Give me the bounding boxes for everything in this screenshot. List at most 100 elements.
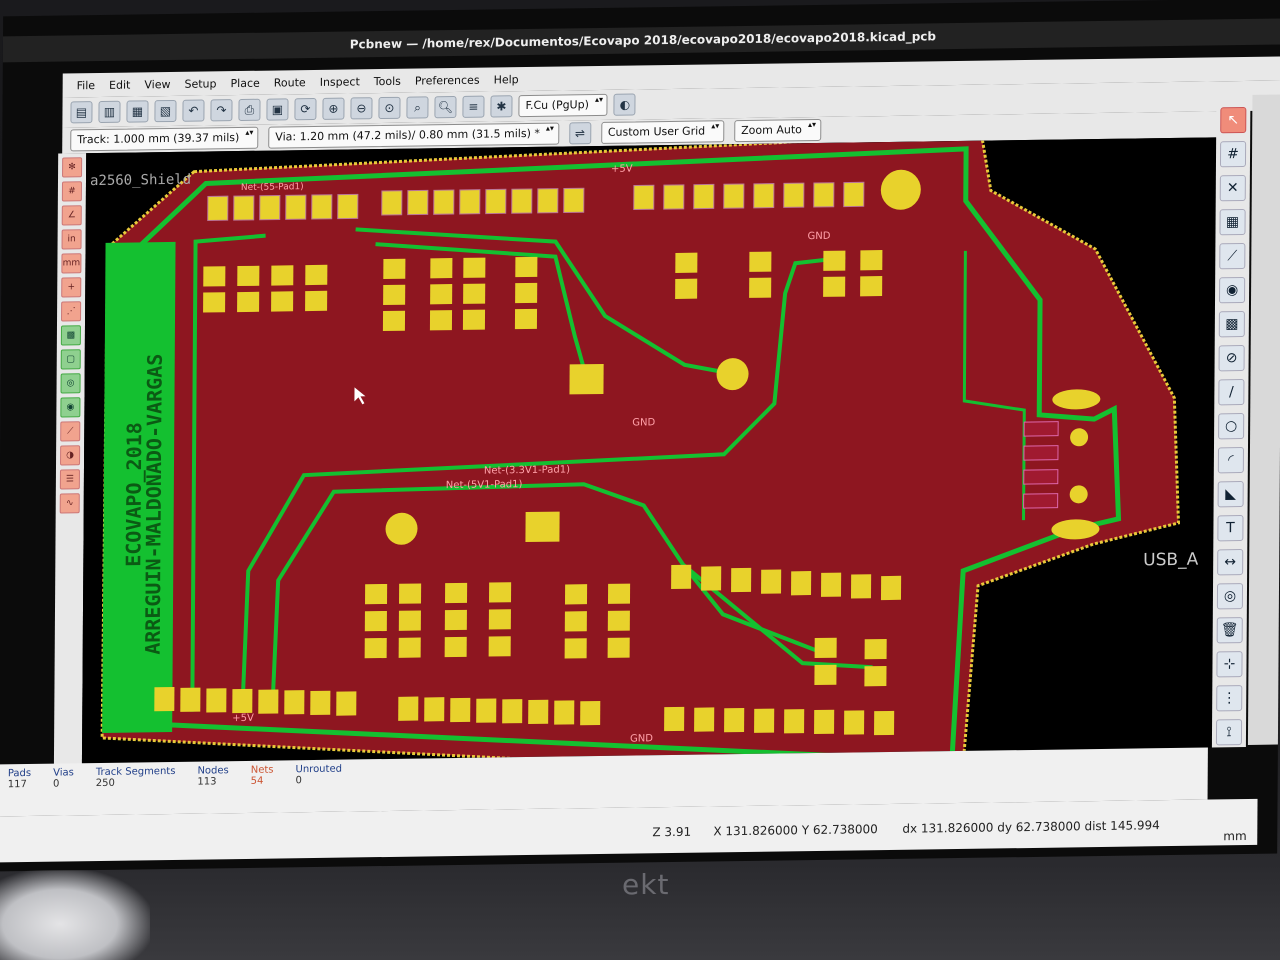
stat-nets-value: 54 <box>250 775 264 787</box>
menu-setup[interactable]: Setup <box>184 77 216 90</box>
stat-unrouted: Unrouted 0 <box>295 760 342 813</box>
stat-vias: Vias 0 <box>53 763 74 815</box>
add-arc-icon[interactable]: ◜ <box>1217 447 1244 474</box>
refresh-icon[interactable]: ⟳ <box>294 97 317 121</box>
grid-origin-icon[interactable]: ⊹ <box>1216 651 1243 678</box>
stat-nets-label: Nets <box>250 764 274 776</box>
pad-sketch-icon[interactable]: ◎ <box>60 373 81 394</box>
units-inch-icon[interactable]: in <box>61 229 82 250</box>
microwave-icon[interactable]: ∿ <box>59 493 80 514</box>
drill-origin-icon[interactable]: ⋮ <box>1216 685 1243 712</box>
grid-select[interactable]: Custom User Grid <box>600 120 725 144</box>
pcb-canvas[interactable]: a2560_Shield ECOVAPO_2018 ARREGUIN-MALDO… <box>81 137 1217 764</box>
stat-pads: Pads 117 <box>8 764 32 816</box>
via-size-select[interactable]: Via: 1.20 mm (47.2 mils)/ 0.80 mm (31.5 … <box>268 122 559 149</box>
layer-pair-icon[interactable]: ◐ <box>613 93 636 116</box>
right-toolbar: ↖ # ✕ ▦ ⟋ ◉ ▩ ⊘ ∕ ○ ◜ ◣ T ↔ ◎ 🗑︎ ⊹ ⋮ ⟟ <box>1211 98 1251 748</box>
stat-tracks: Track Segments 250 <box>96 762 176 815</box>
menu-help[interactable]: Help <box>494 73 519 86</box>
menu-route[interactable]: Route <box>274 76 306 89</box>
add-text-icon[interactable]: T <box>1217 515 1244 542</box>
add-line-icon[interactable]: ∕ <box>1218 378 1245 406</box>
drc-marker-icon[interactable]: ✻ <box>62 157 83 178</box>
screen: Pcbnew — /home/rex/Documentos/Ecovapo 20… <box>0 0 1280 872</box>
add-footprint-icon[interactable]: ▦ <box>1219 208 1246 236</box>
highlight-net-icon[interactable]: # <box>1219 140 1247 168</box>
menu-edit[interactable]: Edit <box>109 78 130 91</box>
net-label-5v1: Net-(5V1-Pad1) <box>445 479 523 492</box>
layers-panel[interactable] <box>1247 94 1280 745</box>
plot-icon[interactable]: ▣ <box>266 98 289 121</box>
redo-icon[interactable]: ↷ <box>210 99 233 122</box>
zone-outline-icon[interactable]: ▢ <box>60 349 81 370</box>
page-settings-icon[interactable]: ▧ <box>154 99 177 123</box>
print-icon[interactable]: ⎙ <box>238 98 261 122</box>
menu-place[interactable]: Place <box>230 76 259 89</box>
layer-select[interactable]: F.Cu (PgUp) <box>518 93 608 118</box>
add-circle-icon[interactable]: ○ <box>1218 413 1245 440</box>
add-zone-icon[interactable]: ▩ <box>1218 310 1245 338</box>
units-readout: mm <box>1223 828 1247 844</box>
zoom-selection-icon[interactable]: ⌕ <box>406 96 429 119</box>
keepout-icon[interactable]: ⊘ <box>1218 344 1245 372</box>
high-contrast-icon[interactable]: ◑ <box>60 445 81 466</box>
new-board-icon[interactable]: ▤ <box>70 101 93 124</box>
zone-fill-icon[interactable]: ▩ <box>60 325 81 346</box>
drc-icon[interactable]: ✱ <box>490 95 513 118</box>
monitor-brand-logo: ekt <box>622 868 670 901</box>
menu-tools[interactable]: Tools <box>374 74 401 87</box>
test-pad-5v <box>569 363 604 395</box>
stat-vias-value: 0 <box>53 778 60 790</box>
local-ratsnest-icon[interactable]: ✕ <box>1219 174 1246 202</box>
auto-track-width-icon[interactable]: ⇌ <box>568 122 591 145</box>
zoom-out-icon[interactable]: ⊖ <box>350 97 373 120</box>
stat-nets: Nets 54 <box>250 761 274 813</box>
zoom-select[interactable]: Zoom Auto <box>734 118 821 143</box>
add-via-icon[interactable]: ◉ <box>1219 276 1246 304</box>
net-label-5v-top: +5V <box>610 163 633 175</box>
stat-nodes-label: Nodes <box>197 765 229 777</box>
ratsnest-icon[interactable]: ⋰ <box>61 301 82 322</box>
select-arrow-icon[interactable]: ↖ <box>1220 106 1247 134</box>
stat-tracks-value: 250 <box>95 777 115 790</box>
zoom-readout: Z 3.91 <box>652 824 692 840</box>
netlist-icon[interactable]: ≡ <box>462 95 485 118</box>
zoom-fit-icon[interactable]: ⊙ <box>378 96 401 120</box>
track-sketch-icon[interactable]: ⟋ <box>60 421 81 442</box>
via-sketch-icon[interactable]: ◉ <box>60 397 81 418</box>
menu-file[interactable]: File <box>77 79 96 92</box>
menu-inspect[interactable]: Inspect <box>320 75 360 89</box>
net-label-gnd-bottom: GND <box>629 733 654 745</box>
undo-icon[interactable]: ↶ <box>182 99 205 122</box>
pcb-board-view <box>100 137 1181 764</box>
net-label-3v3: Net-(3.3V1-Pad1) <box>483 464 571 477</box>
menu-view[interactable]: View <box>144 77 170 90</box>
save-icon[interactable]: ▦ <box>126 100 149 123</box>
track-width-select[interactable]: Track: 1.000 mm (39.37 mils) <box>70 126 259 152</box>
find-icon[interactable]: 🔍︎ <box>434 95 457 119</box>
window-title: Pcbnew — /home/rex/Documentos/Ecovapo 20… <box>2 18 1280 63</box>
polar-coords-icon[interactable]: ∠ <box>61 205 82 226</box>
usb-connector-label: USB_A <box>1143 549 1199 571</box>
stat-nodes: Nodes 113 <box>197 761 229 813</box>
units-mm-icon[interactable]: mm <box>61 253 82 274</box>
stat-unrouted-value: 0 <box>295 775 302 787</box>
measure-icon[interactable]: ⟟ <box>1215 719 1243 746</box>
stat-pads-value: 117 <box>7 779 27 791</box>
left-toolbar: ✻ # ∠ in mm + ⋰ ▩ ▢ ◎ ◉ ⟋ ◑ ☰ ∿ <box>53 153 87 768</box>
target-icon[interactable]: ◎ <box>1216 583 1244 610</box>
menu-preferences[interactable]: Preferences <box>415 73 480 87</box>
cursor-shape-icon[interactable]: + <box>61 277 82 298</box>
net-label-gnd-top: GND <box>807 230 831 243</box>
delete-icon[interactable]: 🗑︎ <box>1216 617 1243 644</box>
grid-toggle-icon[interactable]: # <box>61 181 82 202</box>
stat-vias-label: Vias <box>53 767 74 779</box>
net-label-gnd-center: GND <box>632 417 656 429</box>
add-polygon-icon[interactable]: ◣ <box>1217 481 1244 508</box>
stat-unrouted-label: Unrouted <box>295 763 343 776</box>
layers-manager-icon[interactable]: ☰ <box>59 469 80 490</box>
open-board-icon[interactable]: ▥ <box>98 100 121 123</box>
add-dimension-icon[interactable]: ↔ <box>1217 549 1244 576</box>
route-track-icon[interactable]: ⟋ <box>1219 242 1246 270</box>
zoom-in-icon[interactable]: ⊕ <box>322 97 345 120</box>
